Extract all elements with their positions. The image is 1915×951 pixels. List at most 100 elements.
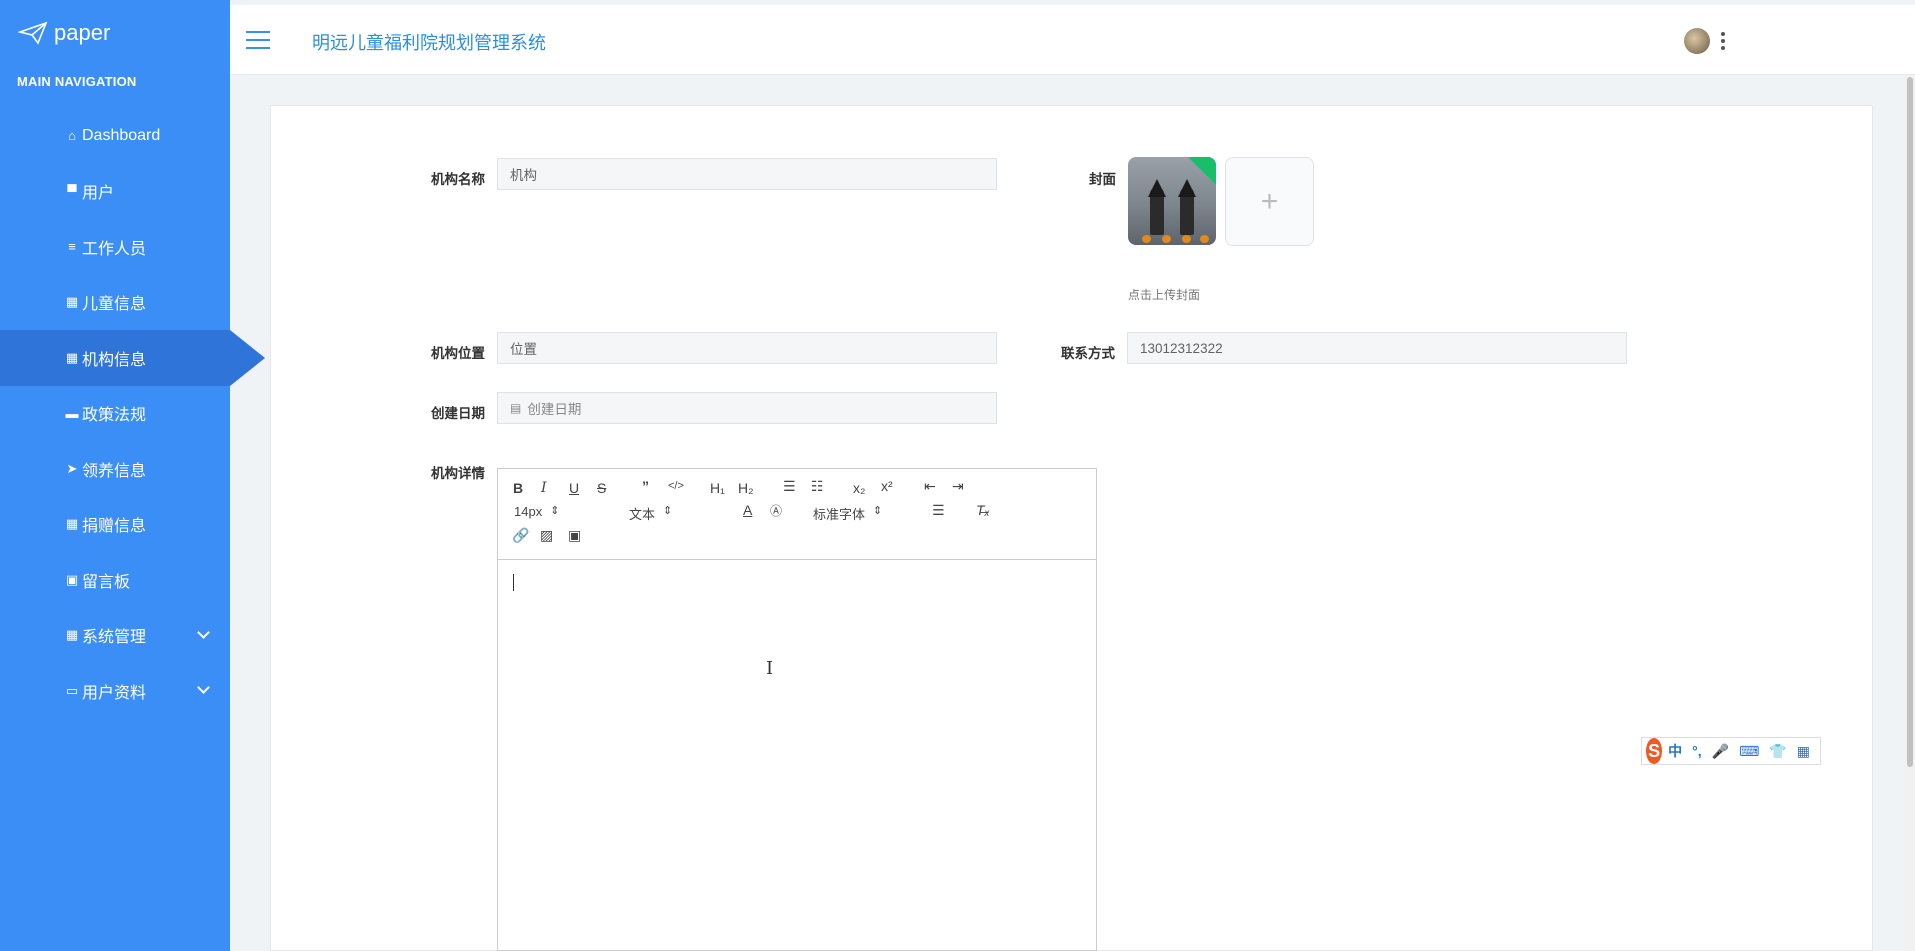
sidebar-item-institution[interactable]: ▦ 机构信息	[0, 330, 265, 386]
outdent-icon[interactable]: ⇤	[924, 478, 936, 495]
image-icon[interactable]: ▨	[540, 527, 553, 544]
scrollbar-thumb[interactable]	[1907, 77, 1913, 767]
list-icon: ≡	[68, 239, 76, 255]
sidebar-item-policy[interactable]: ▬ 政策法规	[0, 386, 230, 442]
apps-icon[interactable]: ▦	[1797, 743, 1810, 760]
clipboard-icon: ▣	[65, 571, 79, 587]
brand[interactable]: paper	[0, 0, 230, 66]
location-input[interactable]: 位置	[497, 332, 997, 364]
background-color-icon[interactable]: Ⓐ	[770, 502, 782, 519]
sidebar-item-label: 儿童信息	[82, 296, 147, 314]
sidebar-item-label: 用户资料	[82, 684, 147, 702]
top-header: 明远儿童福利院规划管理系统	[230, 5, 1915, 75]
grid-icon: ▦	[65, 516, 79, 532]
code-icon[interactable]: </>	[668, 480, 684, 492]
clear-format-icon[interactable]: T̶ₓ	[976, 502, 990, 518]
sidebar-item-children[interactable]: ▦ 儿童信息	[0, 275, 230, 331]
sidebar-item-label: 政策法规	[82, 407, 147, 425]
scrollbar[interactable]	[1905, 75, 1915, 951]
skin-icon[interactable]: 👕	[1769, 743, 1786, 760]
location-label: 机构位置	[431, 346, 485, 361]
sidebar-item-profile[interactable]: ▭ 用户资料	[0, 663, 230, 719]
header2-icon[interactable]: H₂	[738, 480, 754, 496]
upload-cover-button[interactable]: +	[1225, 157, 1314, 246]
sidebar-item-label: 领养信息	[82, 462, 147, 480]
link-icon[interactable]: 🔗	[512, 527, 529, 544]
strike-icon[interactable]: S	[597, 480, 606, 496]
sidebar-item-label: 系统管理	[82, 629, 147, 647]
comment-icon: ▬	[65, 405, 79, 421]
more-vertical-icon[interactable]	[1721, 32, 1725, 53]
name-input[interactable]: 机构	[497, 158, 997, 190]
superscript-icon[interactable]: x²	[881, 478, 893, 494]
align-icon[interactable]: ☰	[932, 502, 945, 519]
detail-label: 机构详情	[431, 466, 485, 481]
sidebar-item-adoption[interactable]: ➤ 领养信息	[0, 441, 230, 497]
grid-icon: ▦	[65, 294, 79, 310]
cover-hint: 点击上传封面	[1128, 288, 1201, 302]
paper-plane-logo-icon	[18, 21, 48, 45]
avatar[interactable]	[1684, 28, 1710, 54]
sidebar-item-dashboard[interactable]: ⌂ Dashboard	[0, 108, 230, 164]
ime-mode-label[interactable]: 中	[1668, 741, 1682, 761]
italic-icon[interactable]: I	[541, 480, 547, 496]
sidebar-item-system[interactable]: ▦ 系统管理	[0, 608, 230, 664]
sidebar-item-label: Dashboard	[82, 126, 161, 144]
monitor-icon: ▀	[67, 183, 77, 199]
font-size-select[interactable]: 14px	[514, 504, 560, 519]
sidebar-item-label: 工作人员	[82, 240, 147, 258]
sogou-logo-icon: S	[1646, 738, 1663, 764]
video-icon[interactable]: ▣	[568, 527, 581, 544]
header-select[interactable]: 文本	[629, 504, 672, 523]
punctuation-icon[interactable]: °,	[1692, 743, 1702, 759]
header1-icon[interactable]: H₁	[710, 480, 725, 496]
table-icon: ▦	[65, 349, 79, 365]
sidebar-item-label: 留言板	[82, 573, 131, 591]
sidebar-item-users[interactable]: ▀ 用户	[0, 164, 230, 220]
date-picker[interactable]: ▤ 创建日期	[497, 392, 997, 424]
font-color-icon[interactable]: A	[743, 502, 752, 518]
font-family-select[interactable]: 标准字体	[813, 504, 882, 523]
contact-input[interactable]: 13012312322	[1127, 332, 1627, 364]
name-label: 机构名称	[431, 172, 485, 187]
ordered-list-icon[interactable]: ☰	[783, 478, 796, 495]
sidebar-item-label: 用户	[82, 185, 115, 203]
blockquote-icon[interactable]: ”	[642, 478, 649, 494]
date-placeholder: 创建日期	[527, 402, 582, 417]
sidebar-item-messages[interactable]: ▣ 留言板	[0, 552, 230, 608]
indent-icon[interactable]: ⇥	[952, 478, 964, 495]
upload-success-badge	[1188, 157, 1216, 185]
subscript-icon[interactable]: x₂	[853, 480, 865, 496]
bold-icon[interactable]: B	[513, 480, 523, 496]
sidebar-item-label: 机构信息	[82, 351, 147, 369]
menu-toggle-icon[interactable]	[246, 31, 270, 49]
ime-toolbar[interactable]: S 中 °, 🎤 ⌨ 👕 ▦	[1641, 737, 1821, 765]
editor-toolbar: B I U S ” </> H₁ H₂ ☰ ☷ x₂ x² ⇤ ⇥ 14px 文…	[498, 469, 1096, 560]
plus-icon: +	[1260, 184, 1279, 218]
cover-label: 封面	[1089, 172, 1116, 187]
sidebar-item-label: 捐赠信息	[82, 518, 147, 536]
chevron-down-icon	[197, 681, 210, 694]
home-icon: ⌂	[68, 128, 76, 144]
grid-icon: ▦	[65, 627, 79, 643]
date-label: 创建日期	[431, 406, 485, 421]
cover-image[interactable]	[1128, 157, 1216, 245]
rich-text-editor[interactable]: B I U S ” </> H₁ H₂ ☰ ☷ x₂ x² ⇤ ⇥ 14px 文…	[497, 468, 1097, 951]
keyboard-icon[interactable]: ⌨	[1739, 743, 1759, 760]
underline-icon[interactable]: U	[569, 480, 579, 496]
chevron-down-icon	[197, 625, 210, 639]
text-cursor	[513, 574, 514, 591]
sidebar: paper MAIN NAVIGATION ⌂ Dashboard ▀ 用户 ≡ 工作…	[0, 0, 265, 951]
page-title: 明远儿童福利院规划管理系统	[312, 33, 546, 53]
microphone-icon[interactable]: 🎤	[1712, 743, 1729, 760]
mouse-cursor-icon: I	[766, 658, 774, 679]
nav-title: MAIN NAVIGATION	[17, 74, 137, 89]
calendar-icon: ▤	[510, 401, 522, 415]
brand-name: paper	[54, 20, 111, 45]
bullet-list-icon[interactable]: ☷	[811, 478, 824, 495]
send-icon: ➤	[66, 460, 78, 476]
card-icon: ▭	[65, 682, 79, 698]
sidebar-item-staff[interactable]: ≡ 工作人员	[0, 219, 230, 275]
contact-label: 联系方式	[1061, 346, 1115, 361]
sidebar-item-donation[interactable]: ▦ 捐赠信息	[0, 497, 230, 553]
